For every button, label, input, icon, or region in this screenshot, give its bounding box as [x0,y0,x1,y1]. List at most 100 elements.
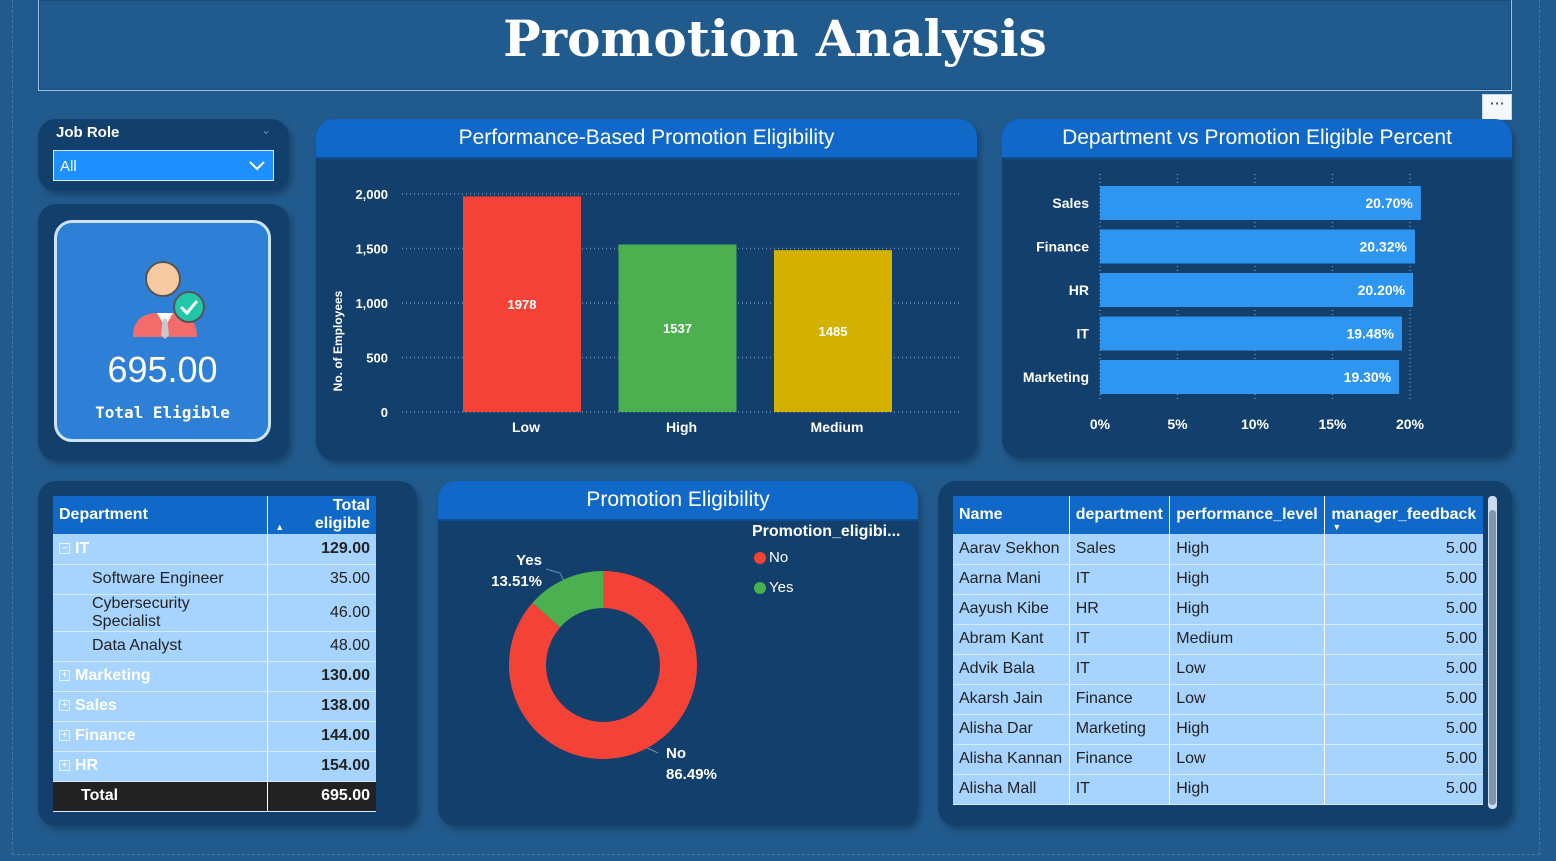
x-tick-label: 15% [1318,416,1347,432]
total-value: 695.00 [267,781,376,812]
table-row[interactable]: Aarav Sekhon Sales High 5.00 [953,534,1483,565]
kpi-value: 695.00 [107,349,218,390]
slicer-label: Job Role [56,124,120,141]
column-header-manager-feedback[interactable]: manager_feedback ▼ [1324,496,1483,534]
bar-data-label: 19.48% [1346,326,1394,342]
row-label: Sales [75,697,117,714]
column-header-total-eligible[interactable]: Total eligible ▲ [267,496,376,534]
department-cell: + Marketing [53,661,268,692]
performance-level-cell: Medium [1169,624,1325,655]
y-axis-label: No. of Employees [331,290,345,391]
group-row[interactable]: − IT 129.00 [53,534,376,565]
x-tick-label: 10% [1241,416,1270,432]
promotion-donut-card: Promotion Eligibility Yes 13.51% No 86.4… [438,481,918,826]
total-eligible-cell: 48.00 [267,631,376,662]
group-row[interactable]: + Sales 138.00 [53,691,376,722]
group-row[interactable]: + HR 154.00 [53,751,376,782]
table-row[interactable]: Aarna Mani IT High 5.00 [953,564,1483,595]
manager-feedback-cell: 5.00 [1324,654,1483,685]
legend-marker [754,551,766,564]
row-label: Cybersecurity Specialist [92,594,190,630]
bar-data-label: 1485 [819,324,848,339]
department-cell: Software Engineer [53,564,268,595]
name-cell: Akarsh Jain [953,684,1070,715]
job-role-dropdown[interactable]: All [53,150,274,181]
y-tick-label: 2,000 [355,187,388,202]
expand-icon[interactable]: + [59,760,70,772]
more-options-button[interactable]: ··· [1482,94,1512,120]
table-row[interactable]: Alisha Mall IT High 5.00 [953,774,1483,805]
legend-marker [754,581,766,594]
expand-icon[interactable]: + [59,730,70,742]
y-tick-label: 1,500 [355,242,388,257]
kpi-label: Total Eligible [95,403,230,422]
job-role-slicer: Job Role ⌄ All [38,119,289,191]
manager-feedback-cell: 5.00 [1324,534,1483,565]
child-row[interactable]: Software Engineer 35.00 [53,564,376,595]
row-label: HR [75,757,99,774]
column-header-name[interactable]: Name [953,496,1070,534]
x-tick-label: 5% [1167,416,1188,432]
total-eligible-cell: 130.00 [267,661,376,692]
bar-data-label: 20.32% [1359,239,1407,255]
scrollbar-thumb[interactable] [1489,510,1496,805]
total-row: Total 695.00 [53,781,376,812]
header-label: Total eligible [314,497,370,532]
performance-level-cell: Low [1169,744,1325,775]
total-eligible-cell: 46.00 [267,594,376,632]
group-row[interactable]: + Finance 144.00 [53,721,376,752]
table-row[interactable]: Abram Kant IT Medium 5.00 [953,624,1483,655]
row-label: Software Engineer [92,570,224,587]
total-eligible-cell: 138.00 [267,691,376,722]
expand-icon[interactable]: + [59,670,70,682]
manager-feedback-cell: 5.00 [1324,744,1483,775]
column-header-department[interactable]: Department [53,496,268,534]
child-row[interactable]: Data Analyst 48.00 [53,631,376,662]
department-cell: HR [1068,594,1170,625]
sort-descending-icon: ▼ [1332,522,1342,532]
table-row[interactable]: Aayush Kibe HR High 5.00 [953,594,1483,625]
table-row[interactable]: Alisha Kannan Finance Low 5.00 [953,744,1483,775]
data-label-yes-pct: 13.51% [491,573,542,590]
department-matrix: Department Total eligible ▲ − IT 129.00 Sof… [53,496,376,812]
group-row[interactable]: + Marketing 130.00 [53,661,376,692]
column-header-department[interactable]: department [1068,496,1170,534]
chevron-down-icon[interactable]: ⌄ [261,123,271,137]
sort-ascending-icon: ▲ [275,522,285,532]
table-row[interactable]: Akarsh Jain Finance Low 5.00 [953,684,1483,715]
total-eligible-cell: 144.00 [267,721,376,752]
performance-bar-chart[interactable]: No. of Employees 2,000 1,500 1,000 500 0 1978… [316,119,977,460]
table-row[interactable]: Alisha Dar Marketing High 5.00 [953,714,1483,745]
legend-item-no[interactable]: No [754,549,788,566]
row-label: Data Analyst [92,637,182,654]
manager-feedback-cell: 5.00 [1324,684,1483,715]
kpi-panel: 695.00 Total Eligible [54,220,271,442]
y-tick-label: 500 [366,351,388,366]
manager-feedback-cell: 5.00 [1324,624,1483,655]
department-cell: Sales [1068,534,1170,565]
column-header-performance-level[interactable]: performance_level [1169,496,1325,534]
table-row[interactable]: Advik Bala IT Low 5.00 [953,654,1483,685]
name-cell: Advik Bala [953,654,1070,685]
name-cell: Abram Kant [953,624,1070,655]
performance-bar-chart-card: Performance-Based Promotion Eligibility … [316,119,977,460]
department-cell: + Finance [53,721,268,752]
expand-icon[interactable]: + [59,700,70,712]
collapse-icon[interactable]: − [59,543,70,555]
legend-item-yes[interactable]: Yes [754,579,793,596]
performance-level-cell: Low [1169,684,1325,715]
department-cell: IT [1068,654,1170,685]
data-label-yes-name: Yes [516,552,542,569]
chevron-down-icon [249,161,265,171]
vertical-scrollbar[interactable] [1488,496,1497,809]
y-tick-label: Finance [1036,239,1089,255]
bar-data-label: 20.20% [1358,282,1406,298]
department-percent-chart[interactable]: 0% 5% 10% 15% 20% Sales 20.70% Finance 20.32% HR 2… [1002,119,1512,458]
child-row[interactable]: Cybersecurity Specialist 46.00 [53,594,376,632]
y-tick-label: HR [1069,282,1089,298]
total-eligible-cell: 35.00 [267,564,376,595]
row-label: Marketing [75,667,151,684]
slicer-value: All [60,158,77,175]
bar-data-label: 20.70% [1365,195,1413,211]
name-cell: Aayush Kibe [953,594,1070,625]
